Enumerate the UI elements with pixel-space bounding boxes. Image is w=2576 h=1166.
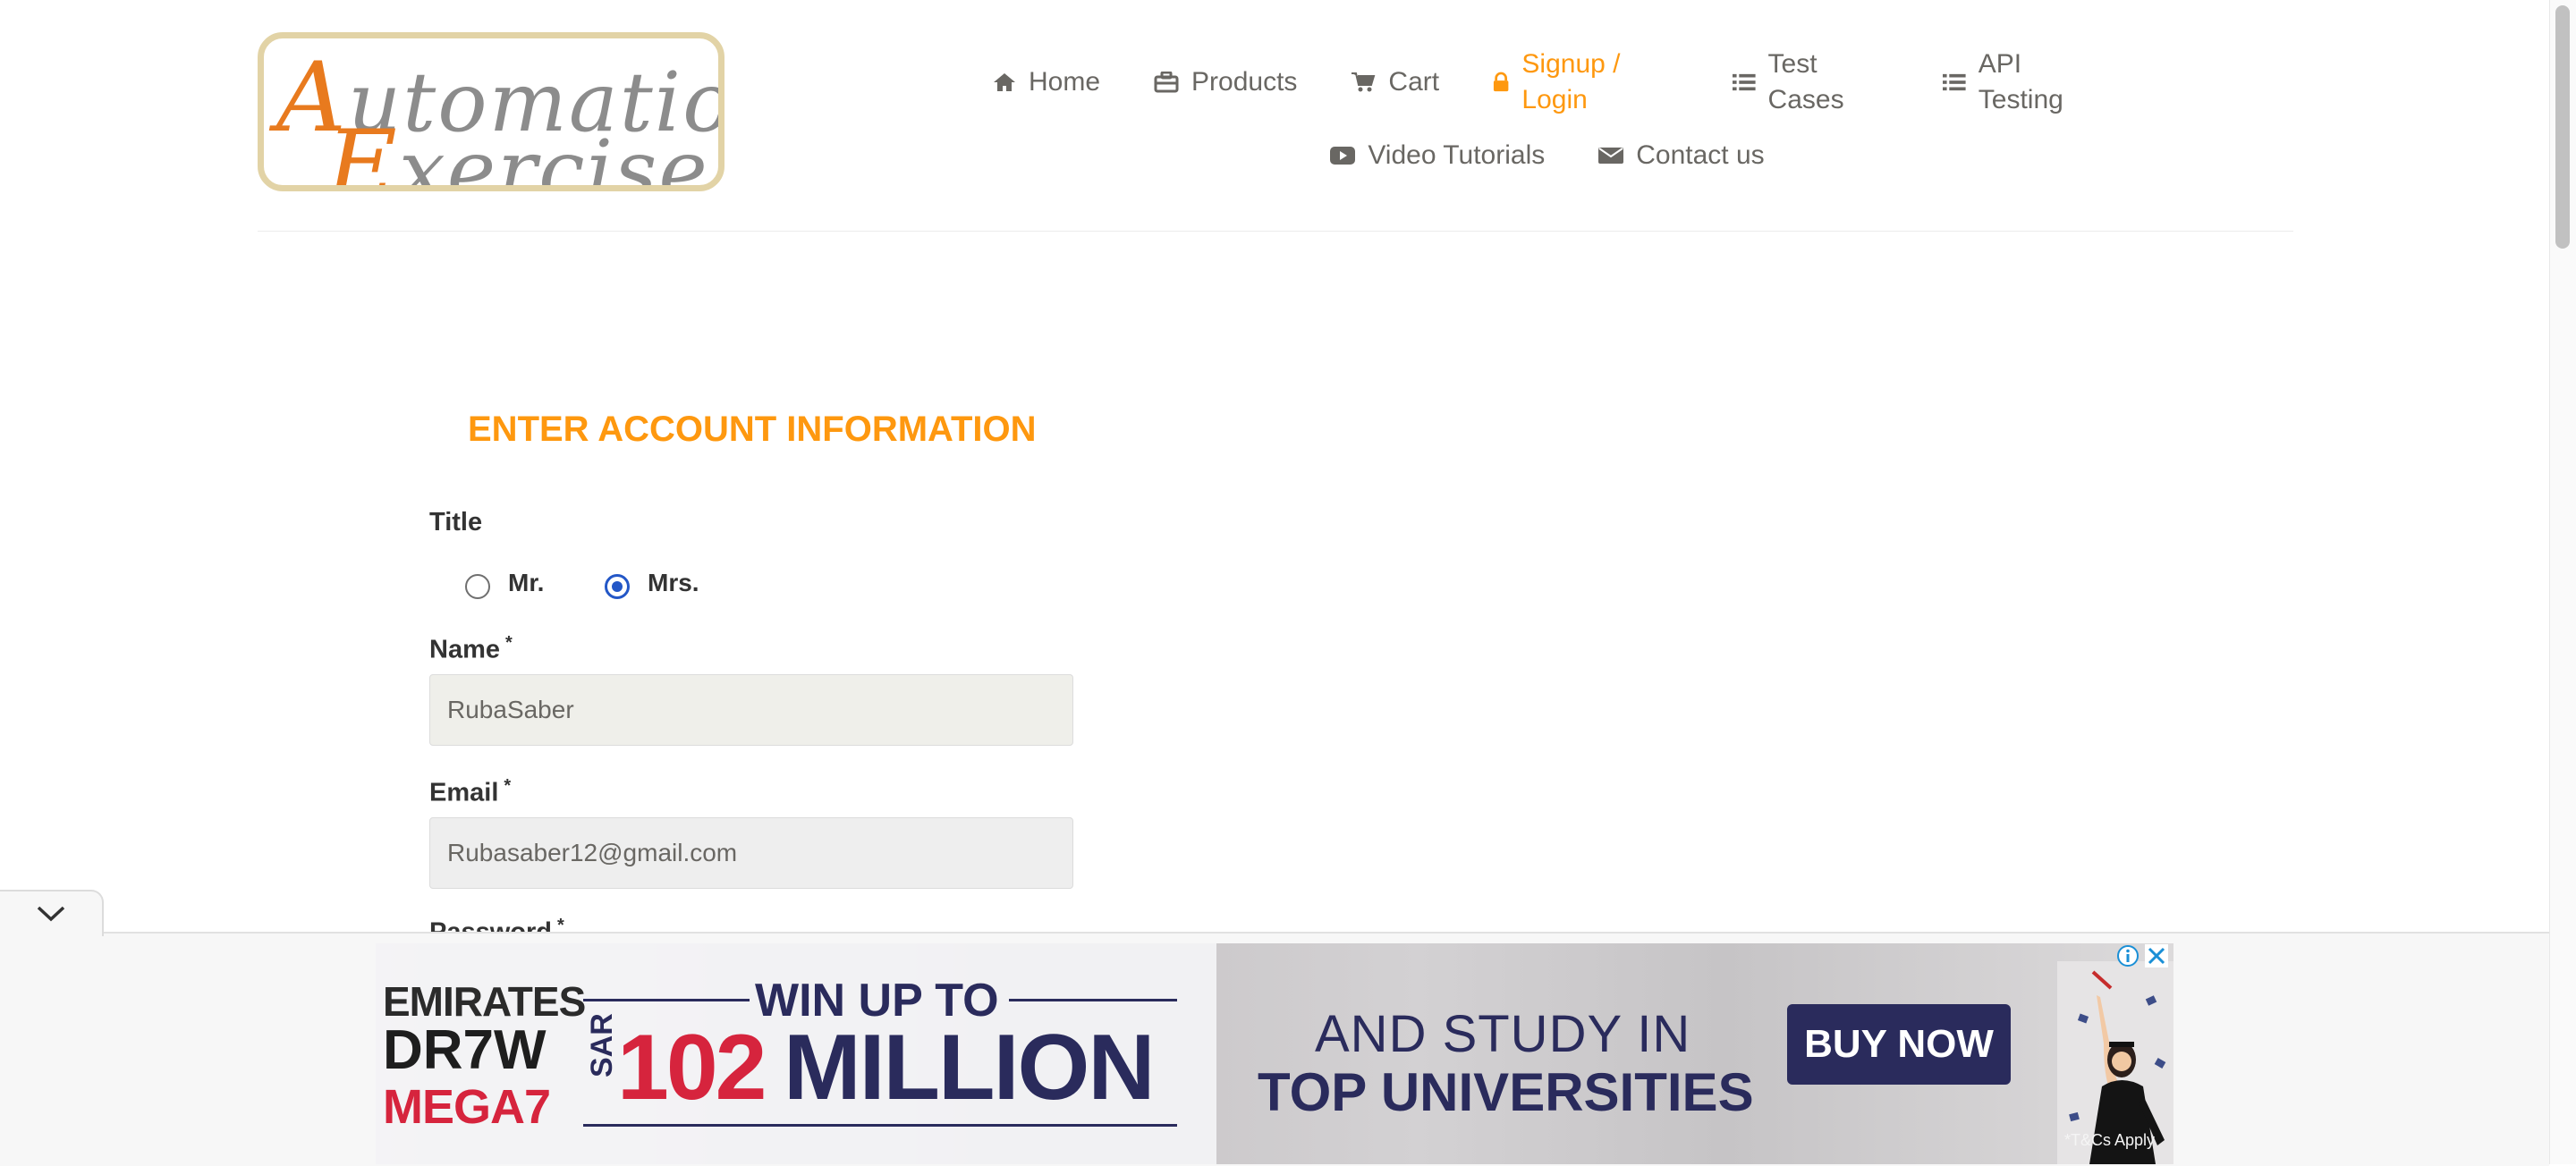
- nav-item-signup-login[interactable]: Signup / Login: [1493, 46, 1679, 118]
- radio-mrs[interactable]: [605, 574, 630, 599]
- nav-row-2: Video Tutorials Contact us: [966, 138, 2129, 173]
- logo-line-2: Exercise: [326, 110, 709, 191]
- email-input[interactable]: [429, 817, 1073, 889]
- nav-label: Home: [1029, 67, 1101, 97]
- briefcase-icon: [1154, 72, 1179, 93]
- ad-brand-line-2: DR7W: [383, 1019, 547, 1081]
- envelope-icon: [1598, 148, 1624, 164]
- main-nav: Home Products Cart Signup / Login Test C…: [966, 46, 2129, 173]
- name-input[interactable]: [429, 674, 1073, 746]
- ad-rule-bottom: [583, 1124, 1177, 1127]
- nav-label: API Testing: [1978, 49, 2063, 114]
- ad-rule-left: [583, 999, 750, 1001]
- site-logo[interactable]: Automation Exercise: [258, 32, 724, 191]
- ad-buy-now-button[interactable]: BUY NOW: [1787, 1004, 2011, 1085]
- nav-label: Signup / Login: [1521, 49, 1621, 114]
- name-label: Name *: [429, 633, 513, 664]
- nav-label: Products: [1191, 67, 1298, 97]
- nav-item-contact-us[interactable]: Contact us: [1598, 138, 1765, 173]
- lock-icon: [1494, 72, 1509, 92]
- nav-row-1: Home Products Cart Signup / Login Test C…: [966, 46, 2129, 118]
- list-icon: [1732, 73, 1756, 91]
- required-mark: *: [505, 633, 513, 653]
- ad-collapse-toggle[interactable]: [0, 890, 104, 936]
- ad-tagline-2: TOP UNIVERSITIES: [1258, 1062, 1754, 1122]
- ad-terms: *T&Cs Apply: [2064, 1131, 2156, 1149]
- nav-item-home[interactable]: Home: [993, 46, 1100, 118]
- nav-label: Contact us: [1636, 140, 1765, 170]
- header-divider: [258, 231, 2293, 232]
- nav-item-cart[interactable]: Cart: [1351, 46, 1439, 118]
- ad-currency: SAR: [585, 1013, 619, 1077]
- ad-amount: 102: [617, 1016, 767, 1120]
- ad-brand-line-3: MEGA7: [383, 1080, 551, 1134]
- ad-tagline-1: AND STUDY IN: [1315, 1005, 1691, 1063]
- ad-banner[interactable]: EMIRATES DR7W MEGA7 WIN UP TO SAR 102 MI…: [376, 943, 2174, 1164]
- cart-icon: [1352, 72, 1376, 92]
- ad-rule-right: [1009, 999, 1177, 1001]
- youtube-play-icon: [1330, 147, 1356, 165]
- nav-item-video-tutorials[interactable]: Video Tutorials: [1330, 138, 1545, 173]
- ad-info-icon[interactable]: [2116, 944, 2140, 967]
- nav-item-api-testing[interactable]: API Testing: [1943, 46, 2102, 118]
- list-icon: [1943, 73, 1966, 91]
- ad-close-icon[interactable]: [2145, 944, 2168, 967]
- home-icon: [994, 73, 1015, 91]
- required-mark: *: [504, 776, 512, 796]
- radio-mrs-label[interactable]: Mrs.: [648, 569, 699, 597]
- chevron-down-icon: [37, 906, 65, 922]
- nav-label: Cart: [1388, 67, 1440, 97]
- nav-item-test-cases[interactable]: Test Cases: [1732, 46, 1889, 118]
- ad-amount-unit: MILLION: [784, 1016, 1155, 1120]
- email-label: Email *: [429, 776, 512, 807]
- nav-label: Video Tutorials: [1368, 140, 1546, 170]
- title-label: Title: [429, 508, 483, 537]
- radio-mr-label[interactable]: Mr.: [508, 569, 544, 597]
- nav-label: Test Cases: [1767, 49, 1844, 114]
- scrollbar-thumb[interactable]: [2555, 5, 2570, 249]
- radio-mr[interactable]: [465, 574, 490, 599]
- nav-item-products[interactable]: Products: [1154, 46, 1297, 118]
- form-heading: ENTER ACCOUNT INFORMATION: [468, 410, 1037, 449]
